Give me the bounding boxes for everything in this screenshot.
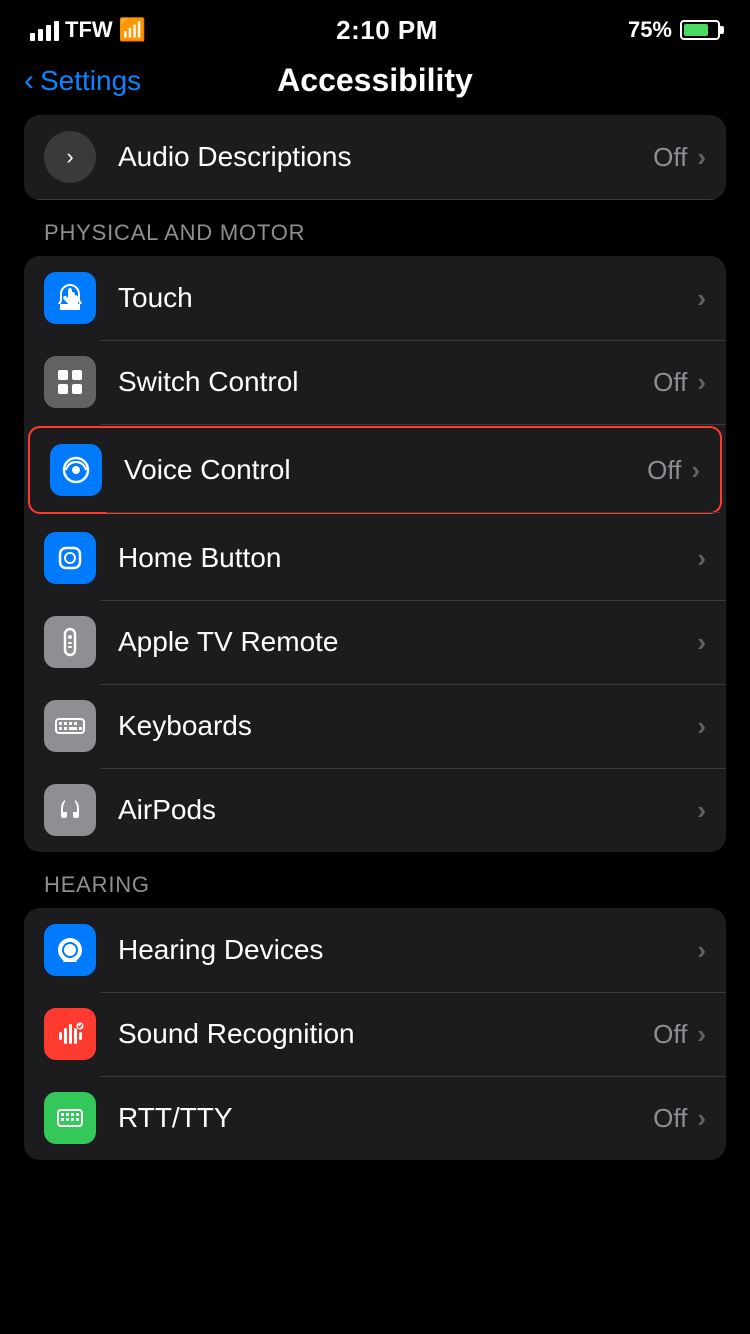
rtt-tty-value: Off (653, 1103, 687, 1134)
home-button-label: Home Button (118, 542, 697, 574)
back-label: Settings (40, 65, 141, 97)
switch-control-icon (44, 356, 96, 408)
content: › Audio Descriptions Off › PHYSICAL AND … (0, 115, 750, 1160)
sound-recognition-icon (44, 1008, 96, 1060)
status-bar: TFW 📶 2:10 PM 75% (0, 0, 750, 54)
airpods-item[interactable]: AirPods › (24, 768, 726, 852)
home-button-item[interactable]: Home Button › (24, 516, 726, 600)
home-button-icon (44, 532, 96, 584)
keyboards-label: Keyboards (118, 710, 697, 742)
nav-bar: ‹ Settings Accessibility (0, 54, 750, 115)
touch-item[interactable]: Touch › (24, 256, 726, 340)
switch-control-item[interactable]: Switch Control Off › (24, 340, 726, 424)
status-left: TFW 📶 (30, 17, 146, 43)
carrier-label: TFW (65, 17, 113, 43)
audio-descriptions-item[interactable]: › Audio Descriptions Off › (24, 115, 726, 200)
back-button[interactable]: ‹ Settings (24, 64, 141, 98)
hearing-devices-label: Hearing Devices (118, 934, 697, 966)
top-partial-card: › Audio Descriptions Off › (24, 115, 726, 200)
sound-recognition-value: Off (653, 1019, 687, 1050)
hearing-devices-icon (44, 924, 96, 976)
rtt-tty-chevron: › (697, 1103, 706, 1134)
airpods-label: AirPods (118, 794, 697, 826)
battery-icon (680, 20, 720, 40)
physical-motor-card: Touch › Switch Control Off › (24, 256, 726, 852)
status-right: 75% (628, 17, 720, 43)
home-button-chevron: › (697, 543, 706, 574)
scroll-indicator: › (44, 131, 96, 183)
audio-descriptions-chevron: › (697, 142, 706, 173)
apple-tv-remote-chevron: › (697, 627, 706, 658)
switch-control-value: Off (653, 367, 687, 398)
signal-icon (30, 19, 59, 41)
touch-icon (44, 272, 96, 324)
wifi-icon: 📶 (119, 17, 146, 43)
voice-control-label: Voice Control (124, 454, 647, 486)
hearing-devices-item[interactable]: Hearing Devices › (24, 908, 726, 992)
rtt-tty-item[interactable]: RTT/TTY Off › (24, 1076, 726, 1160)
chevron-right-icon: › (66, 144, 73, 170)
hearing-devices-chevron: › (697, 935, 706, 966)
voice-control-item[interactable]: Voice Control Off › (28, 426, 722, 514)
apple-tv-remote-item[interactable]: Apple TV Remote › (24, 600, 726, 684)
sound-recognition-item[interactable]: Sound Recognition Off › (24, 992, 726, 1076)
apple-tv-remote-icon (44, 616, 96, 668)
rtt-tty-icon (44, 1092, 96, 1144)
hearing-card: Hearing Devices › Sound Recognition Off … (24, 908, 726, 1160)
switch-control-label: Switch Control (118, 366, 653, 398)
hearing-section-label: HEARING (0, 852, 750, 908)
keyboards-icon (44, 700, 96, 752)
airpods-icon (44, 784, 96, 836)
physical-motor-section-label: PHYSICAL AND MOTOR (0, 200, 750, 256)
audio-descriptions-label: Audio Descriptions (118, 141, 653, 173)
status-time: 2:10 PM (336, 15, 438, 46)
keyboards-chevron: › (697, 711, 706, 742)
voice-control-chevron: › (691, 455, 700, 486)
voice-control-value: Off (647, 455, 681, 486)
switch-control-chevron: › (697, 367, 706, 398)
audio-descriptions-value: Off (653, 142, 687, 173)
apple-tv-remote-label: Apple TV Remote (118, 626, 697, 658)
sound-recognition-chevron: › (697, 1019, 706, 1050)
airpods-chevron: › (697, 795, 706, 826)
page-title: Accessibility (277, 62, 473, 99)
battery-percent: 75% (628, 17, 672, 43)
keyboards-item[interactable]: Keyboards › (24, 684, 726, 768)
touch-chevron: › (697, 283, 706, 314)
voice-control-icon (50, 444, 102, 496)
back-chevron-icon: ‹ (24, 64, 34, 98)
sound-recognition-label: Sound Recognition (118, 1018, 653, 1050)
rtt-tty-label: RTT/TTY (118, 1102, 653, 1134)
touch-label: Touch (118, 282, 697, 314)
